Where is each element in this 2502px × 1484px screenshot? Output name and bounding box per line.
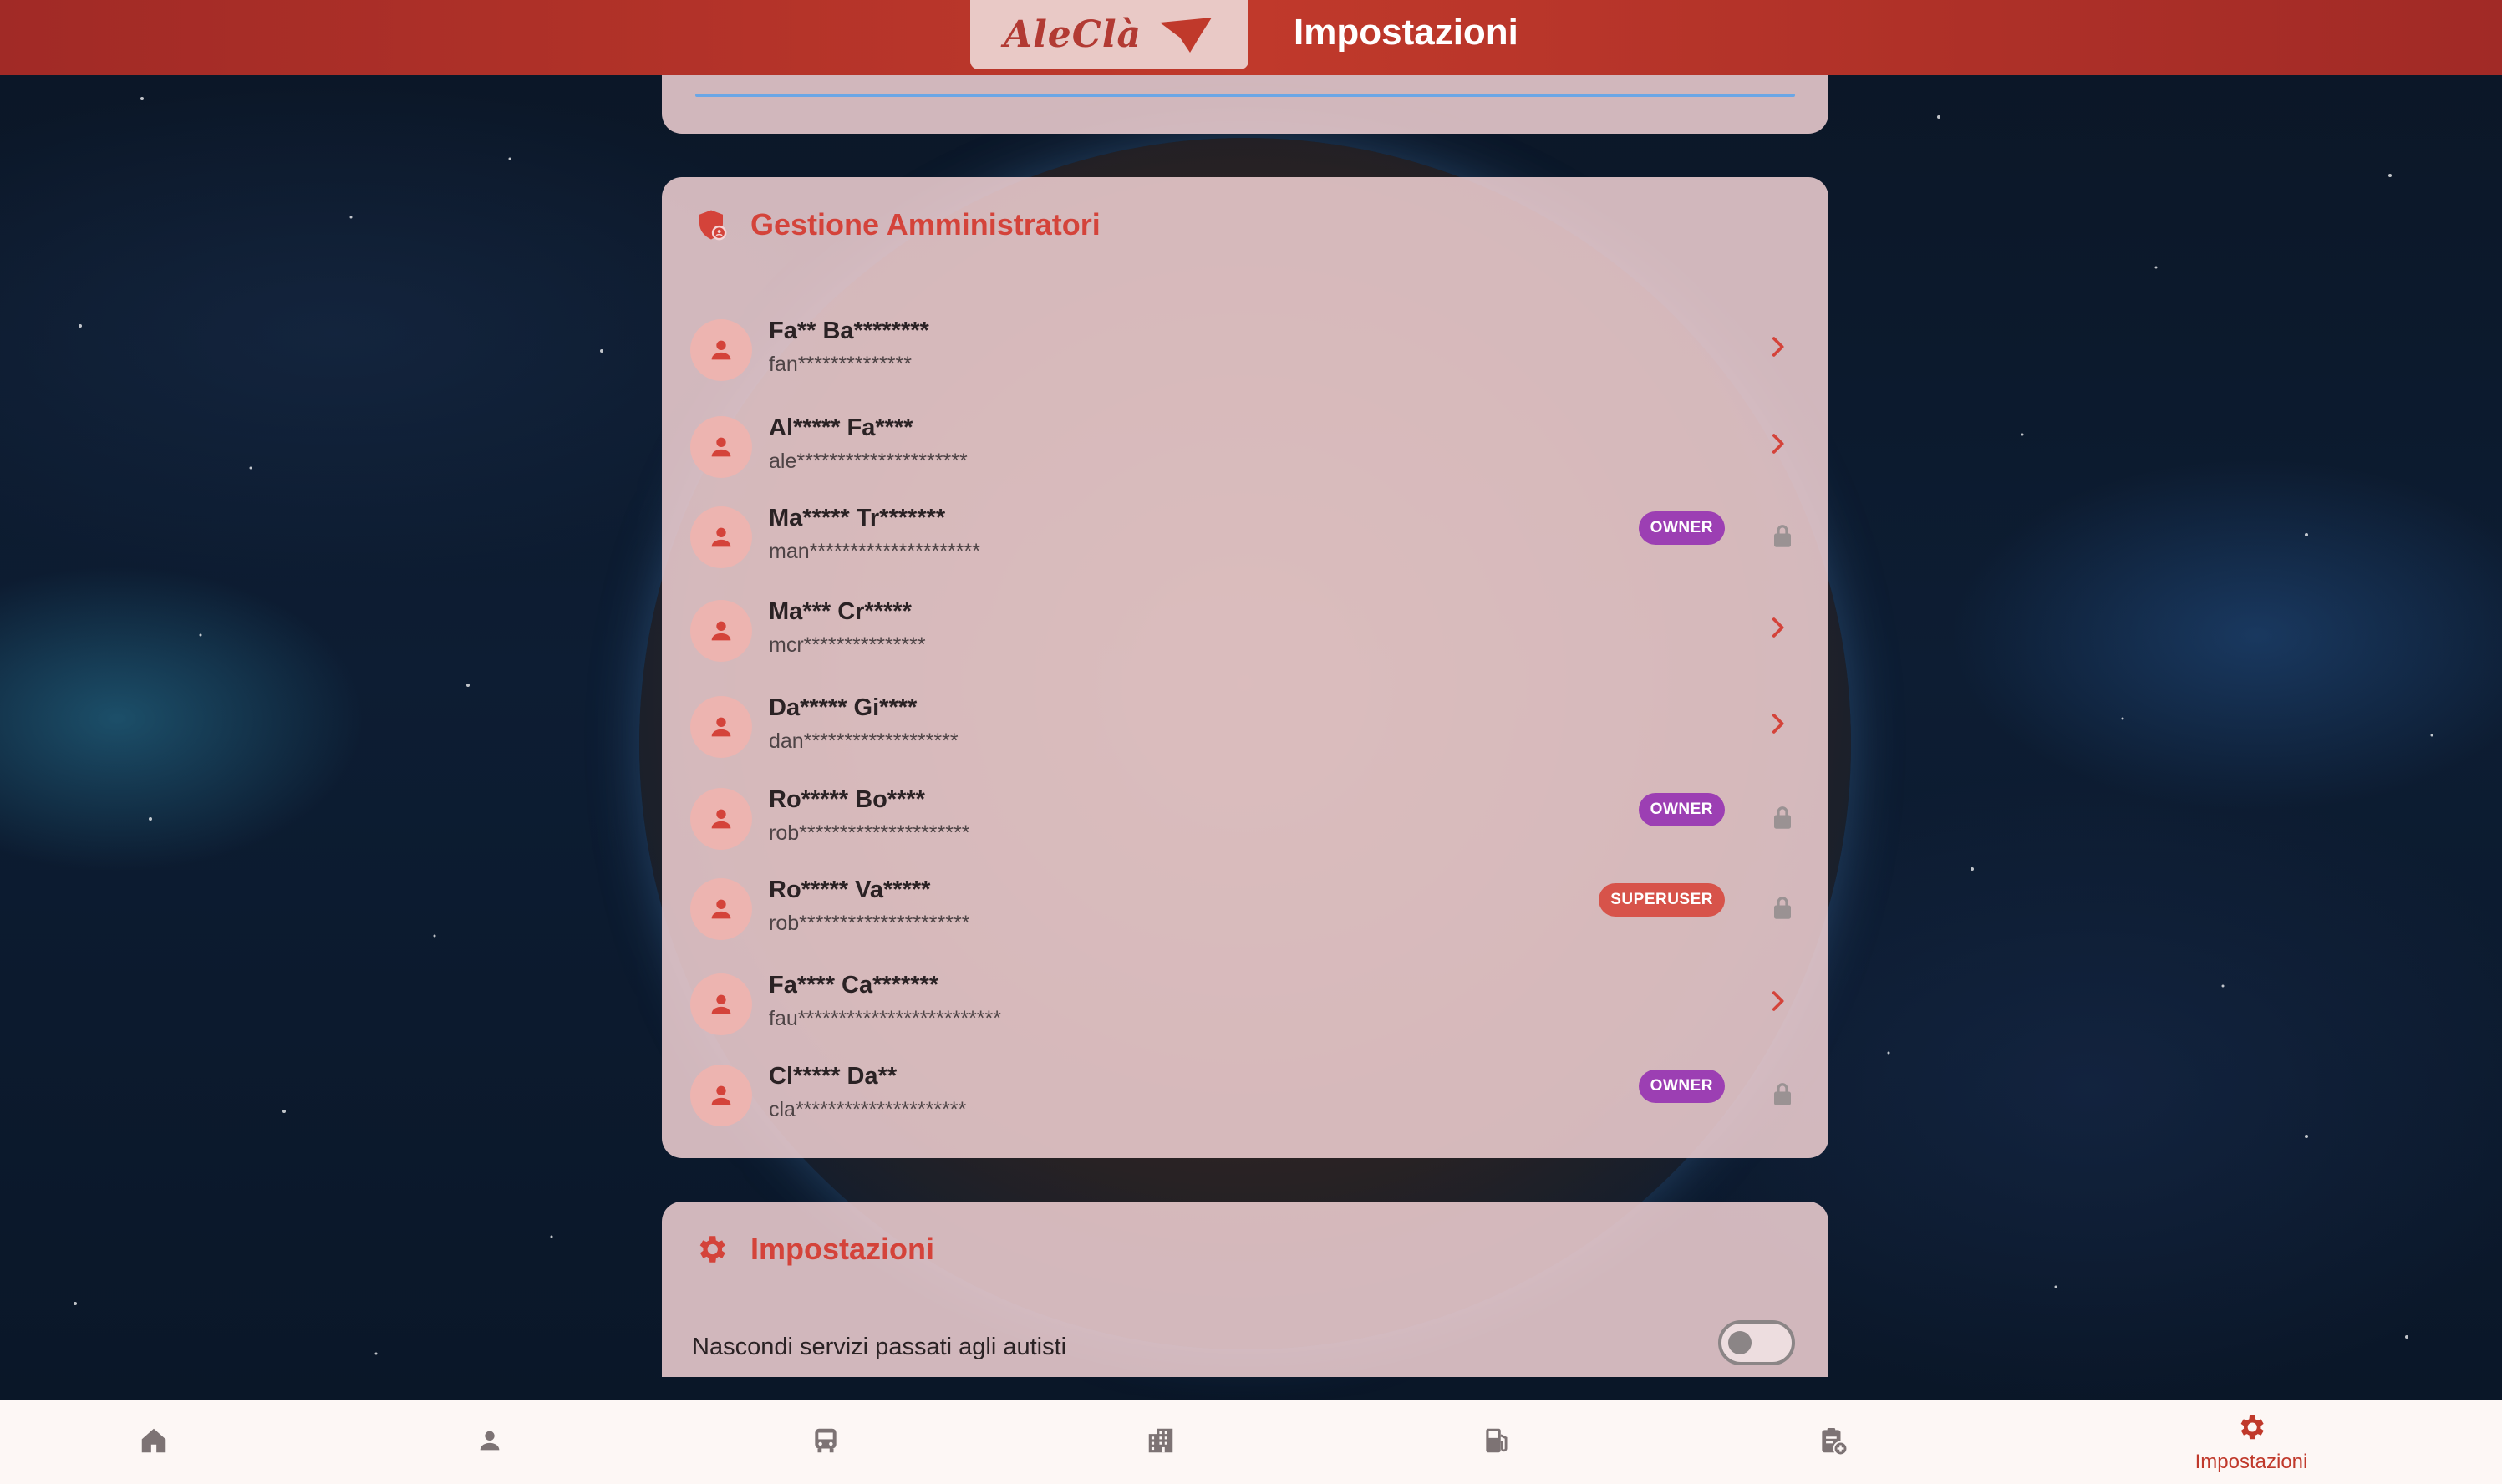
nav-item-building[interactable] — [1145, 1400, 1177, 1484]
bus-icon — [810, 1425, 842, 1461]
admin-email: mcr*************** — [769, 633, 926, 657]
avatar — [690, 600, 752, 662]
gear-icon — [699, 1236, 725, 1263]
nav-item-person[interactable] — [475, 1400, 504, 1484]
setting-label: Nascondi servizi passati agli autisti — [692, 1334, 1067, 1360]
admin-list-item[interactable]: Ro***** Va***** rob********************* S… — [690, 863, 1803, 955]
nav-item-clipboard-add[interactable] — [1817, 1400, 1849, 1484]
admin-shield-icon — [699, 210, 727, 241]
person-icon — [711, 994, 731, 1014]
person-icon — [711, 527, 731, 547]
clipboard-add-icon — [1817, 1425, 1849, 1461]
admin-email: man********************* — [769, 540, 980, 563]
person-icon — [711, 717, 731, 737]
admin-list-item[interactable]: Da***** Gi**** dan******************* — [690, 681, 1803, 773]
person-icon — [711, 437, 731, 457]
nav-item-home[interactable] — [138, 1400, 170, 1484]
admin-name: Ma***** Tr******* — [769, 505, 946, 531]
settings-card-header: Impostazioni — [694, 1232, 934, 1267]
building-icon — [1145, 1425, 1177, 1461]
avatar — [690, 416, 752, 478]
owner-badge: OWNER — [1638, 511, 1725, 545]
admin-name: Ma*** Cr***** — [769, 598, 912, 625]
logo-text: AleClà — [1003, 13, 1142, 56]
admin-list-item[interactable]: Fa** Ba******** fan************** — [690, 304, 1803, 396]
admin-name: Ro***** Va***** — [769, 877, 931, 903]
focus-underline — [695, 94, 1795, 97]
home-icon — [138, 1425, 170, 1461]
nav-item-label: Impostazioni — [2194, 1450, 2308, 1473]
chevron-right-icon[interactable] — [1763, 709, 1792, 742]
avatar — [690, 1065, 752, 1126]
lock-icon — [1770, 1080, 1795, 1112]
admins-section-title: Gestione Amministratori — [750, 207, 1101, 241]
admin-list-item[interactable]: Al***** Fa**** ale********************* — [690, 401, 1803, 493]
sicily-icon — [1160, 17, 1213, 53]
avatar — [690, 973, 752, 1035]
avatar — [690, 696, 752, 758]
person-icon — [711, 1085, 731, 1105]
nav-item-bus[interactable] — [810, 1400, 842, 1484]
admin-name: Fa** Ba******** — [769, 318, 929, 344]
settings-section-title: Impostazioni — [750, 1232, 935, 1266]
superuser-badge: SUPERUSER — [1599, 883, 1725, 917]
admins-card: Gestione Amministratori Fa** Ba******** f… — [662, 177, 1828, 1158]
admin-email: rob********************* — [769, 912, 970, 935]
avatar — [690, 788, 752, 850]
admin-name: Da***** Gi**** — [769, 694, 918, 721]
person-icon — [711, 899, 731, 919]
admin-email: fau************************* — [769, 1007, 1001, 1030]
person-icon — [711, 621, 731, 641]
lock-icon — [1770, 521, 1795, 554]
admin-list-item[interactable]: Ma***** Tr******* man********************… — [690, 491, 1803, 583]
avatar — [690, 506, 752, 568]
app-logo[interactable]: AleClà — [970, 0, 1248, 69]
hide-past-services-setting[interactable]: Nascondi servizi passati agli autisti — [692, 1320, 1795, 1365]
admin-name: Al***** Fa**** — [769, 414, 913, 441]
admin-list-item[interactable]: Ro***** Bo**** rob********************* OW… — [690, 773, 1803, 865]
admin-email: dan******************* — [769, 729, 959, 753]
admin-list-item[interactable]: Ma*** Cr***** mcr*************** — [690, 585, 1803, 677]
admin-list-item[interactable]: Fa**** Ca******* fau*********************… — [690, 958, 1803, 1050]
top-app-bar: AleClà Impostazioni — [0, 0, 2502, 75]
owner-badge: OWNER — [1638, 1070, 1725, 1103]
chevron-right-icon[interactable] — [1763, 333, 1792, 365]
avatar — [690, 319, 752, 381]
person-icon — [711, 340, 731, 360]
settings-card: Impostazioni Nascondi servizi passati ag… — [662, 1202, 1828, 1377]
avatar — [690, 878, 752, 940]
admin-name: Ro***** Bo**** — [769, 786, 925, 813]
admin-email: fan************** — [769, 353, 912, 376]
chevron-right-icon[interactable] — [1763, 613, 1792, 646]
admins-card-header: Gestione Amministratori — [694, 207, 1101, 242]
lock-icon — [1770, 893, 1795, 926]
chevron-right-icon[interactable] — [1763, 987, 1792, 1019]
page-title: Impostazioni — [1294, 12, 1518, 53]
nav-item-fuel[interactable] — [1481, 1400, 1513, 1484]
nav-item-gear[interactable]: Impostazioni — [2194, 1400, 2308, 1484]
person-icon — [475, 1426, 504, 1459]
person-icon — [711, 809, 731, 829]
admin-name: Cl***** Da** — [769, 1063, 898, 1090]
admin-email: cla********************* — [769, 1098, 967, 1121]
admin-email: ale********************* — [769, 450, 968, 473]
admin-name: Fa**** Ca******* — [769, 972, 939, 999]
bottom-navigation-bar: Impostazioni — [0, 1400, 2502, 1484]
admin-email: rob********************* — [769, 821, 970, 845]
admin-list-item[interactable]: Cl***** Da** cla********************* OWNE… — [690, 1049, 1803, 1141]
owner-badge: OWNER — [1638, 793, 1725, 826]
gear-icon — [2235, 1411, 2267, 1447]
fuel-icon — [1481, 1425, 1513, 1461]
hide-past-services-toggle[interactable] — [1718, 1320, 1795, 1365]
chevron-right-icon[interactable] — [1763, 429, 1792, 462]
lock-icon — [1770, 803, 1795, 836]
